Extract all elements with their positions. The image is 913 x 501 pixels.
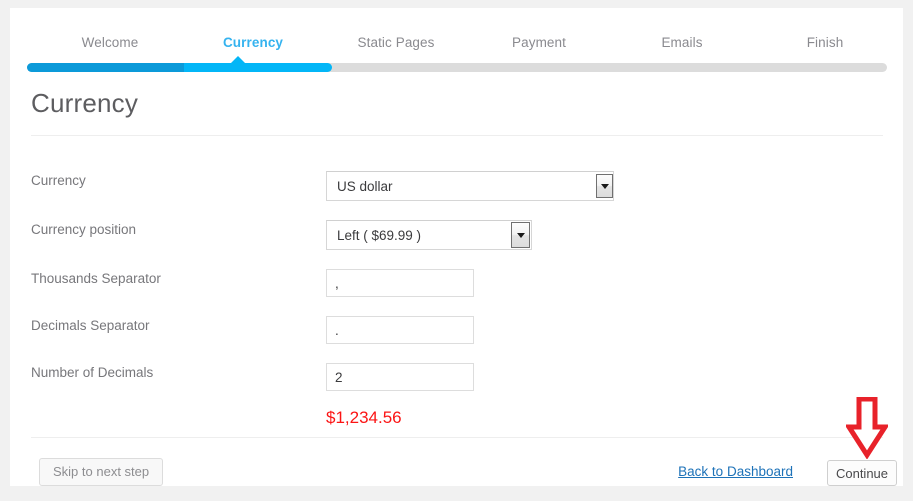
- currency-position-select-value: Left ( $69.99 ): [327, 228, 531, 243]
- wizard-step-finish-label: Finish: [807, 35, 844, 50]
- wizard-progress-completed: [27, 63, 184, 72]
- wizard-step-emails[interactable]: Emails: [661, 35, 702, 50]
- wizard-step-currency-label: Currency: [223, 35, 283, 50]
- wizard-step-currency[interactable]: Currency: [223, 35, 283, 50]
- field-label-currency-position: Currency position: [31, 222, 136, 237]
- field-label-decimals-separator: Decimals Separator: [31, 318, 150, 333]
- wizard-step-welcome[interactable]: Welcome: [82, 35, 139, 50]
- chevron-down-icon: [601, 184, 609, 189]
- title-divider: [31, 135, 883, 136]
- wizard-step-payment-label: Payment: [512, 35, 566, 50]
- number-of-decimals-input[interactable]: [326, 363, 474, 391]
- field-label-currency: Currency: [31, 173, 86, 188]
- thousands-separator-input[interactable]: [326, 269, 474, 297]
- wizard-step-static-pages[interactable]: Static Pages: [358, 35, 435, 50]
- decimals-separator-input[interactable]: [326, 316, 474, 344]
- wizard-progress-bar: [27, 63, 887, 72]
- currency-select[interactable]: US dollar: [326, 171, 614, 201]
- setup-wizard-card: Welcome Currency Static Pages Payment Em…: [10, 8, 903, 486]
- field-label-thousands-separator: Thousands Separator: [31, 271, 161, 286]
- wizard-step-payment[interactable]: Payment: [512, 35, 566, 50]
- wizard-step-emails-label: Emails: [661, 35, 702, 50]
- field-label-number-of-decimals: Number of Decimals: [31, 365, 153, 380]
- currency-position-select-chevron-down-icon[interactable]: [511, 222, 530, 248]
- page-title: Currency: [31, 88, 138, 119]
- wizard-steps-nav: Welcome Currency Static Pages Payment Em…: [10, 8, 903, 70]
- currency-position-select[interactable]: Left ( $69.99 ): [326, 220, 532, 250]
- footer-divider: [31, 437, 883, 438]
- wizard-progress-current: [184, 63, 332, 72]
- annotation-arrow-down-icon: [846, 397, 888, 459]
- skip-to-next-step-button[interactable]: Skip to next step: [39, 458, 163, 486]
- price-format-preview: $1,234.56: [326, 408, 402, 428]
- currency-select-value: US dollar: [327, 179, 613, 194]
- wizard-step-static-pages-label: Static Pages: [358, 35, 435, 50]
- continue-button[interactable]: Continue: [827, 460, 897, 486]
- wizard-step-welcome-label: Welcome: [82, 35, 139, 50]
- chevron-down-icon: [517, 233, 525, 238]
- wizard-progress-marker-icon: [230, 56, 246, 64]
- back-to-dashboard-link[interactable]: Back to Dashboard: [678, 464, 793, 479]
- wizard-step-finish[interactable]: Finish: [807, 35, 844, 50]
- currency-select-chevron-down-icon[interactable]: [596, 174, 613, 198]
